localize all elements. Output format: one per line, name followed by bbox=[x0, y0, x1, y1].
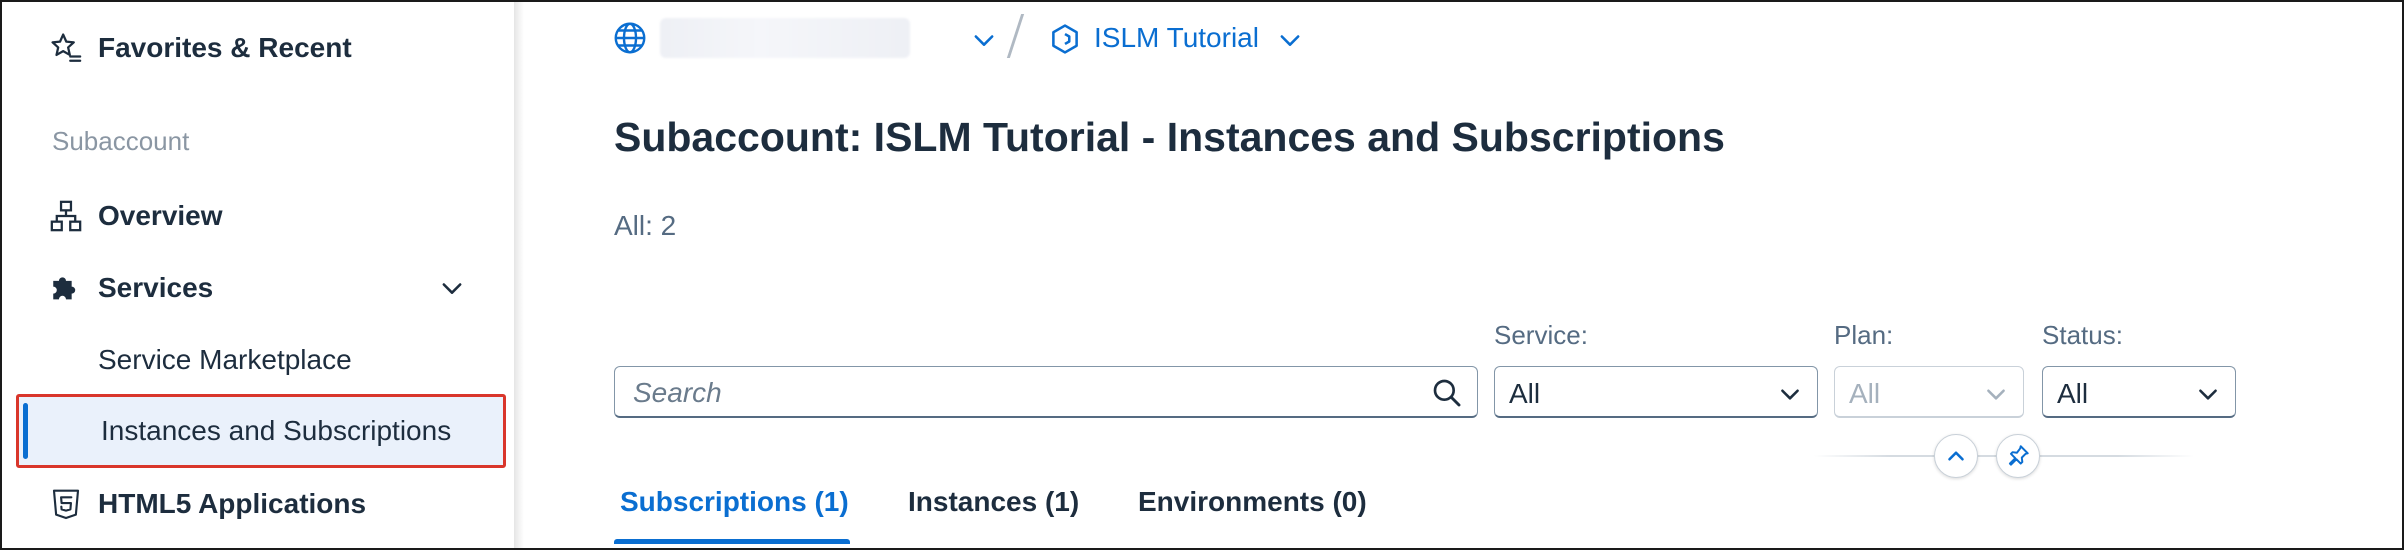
sidebar-item-services[interactable]: Services bbox=[2, 266, 514, 310]
pin-header-button[interactable] bbox=[1996, 434, 2040, 478]
globe-icon[interactable] bbox=[612, 20, 648, 56]
main-content: ISLM Tutorial Subaccount: ISLM Tutorial … bbox=[524, 2, 2402, 548]
plan-filter-select: All bbox=[1834, 366, 2024, 418]
hierarchy-icon bbox=[48, 198, 84, 234]
service-filter-label: Service: bbox=[1494, 320, 1588, 350]
app-window: Favorites & Recent Subaccount Overview S… bbox=[0, 0, 2404, 550]
tab-instances[interactable]: Instances (1) bbox=[908, 486, 1079, 518]
selected-value: All bbox=[1509, 378, 1541, 409]
pin-icon bbox=[2008, 445, 2029, 466]
selected-value: All bbox=[1849, 378, 1881, 409]
sidebar-item-overview[interactable]: Overview bbox=[2, 194, 514, 238]
sidebar-shadow bbox=[514, 2, 524, 548]
chevron-down-icon[interactable] bbox=[1276, 26, 1304, 54]
breadcrumb-separator bbox=[1006, 14, 1025, 58]
chevron-down-icon bbox=[1987, 389, 2005, 400]
page-title: Subaccount: ISLM Tutorial - Instances an… bbox=[614, 114, 1725, 160]
status-filter-select[interactable]: All bbox=[2042, 366, 2236, 418]
sidebar-item-favorites[interactable]: Favorites & Recent bbox=[2, 26, 514, 70]
html5-icon bbox=[48, 486, 84, 522]
chevron-down-icon bbox=[1781, 389, 1799, 400]
sidebar-item-instances-and-subscriptions[interactable]: Instances and Subscriptions bbox=[16, 394, 506, 468]
puzzle-icon bbox=[48, 270, 84, 306]
sidebar-item-label: HTML5 Applications bbox=[98, 488, 367, 519]
subaccount-selector[interactable]: ISLM Tutorial bbox=[1094, 22, 1259, 54]
sidebar-item-label: Service Marketplace bbox=[98, 344, 352, 375]
chevron-down-icon[interactable] bbox=[438, 274, 466, 302]
sidebar-item-html5-applications[interactable]: HTML5 Applications bbox=[2, 482, 514, 526]
collapse-header-button[interactable] bbox=[1934, 434, 1978, 478]
hexagon-icon bbox=[1048, 22, 1082, 56]
section-title: Subaccount bbox=[52, 126, 190, 156]
side-navigation: Favorites & Recent Subaccount Overview S… bbox=[2, 2, 514, 548]
global-account-selector[interactable] bbox=[660, 18, 910, 58]
chevron-down-icon[interactable] bbox=[970, 26, 998, 54]
star-icon bbox=[48, 30, 84, 66]
chevron-up-icon bbox=[1948, 451, 1964, 461]
sidebar-item-service-marketplace[interactable]: Service Marketplace bbox=[2, 338, 514, 382]
active-tab-indicator bbox=[614, 539, 850, 544]
status-filter-label: Status: bbox=[2042, 320, 2123, 350]
chevron-down-icon bbox=[2199, 389, 2217, 400]
search-icon[interactable] bbox=[1431, 377, 1463, 409]
selection-indicator bbox=[23, 403, 28, 459]
sidebar-item-label: Services bbox=[98, 272, 214, 303]
tab-environments[interactable]: Environments (0) bbox=[1138, 486, 1367, 518]
search-input[interactable] bbox=[631, 373, 1415, 413]
sidebar-item-label: Overview bbox=[98, 200, 223, 231]
plan-filter-label: Plan: bbox=[1834, 320, 1894, 350]
search-field[interactable] bbox=[614, 366, 1478, 418]
sidebar-item-label: Instances and Subscriptions bbox=[101, 415, 452, 446]
selected-value: All bbox=[2057, 378, 2089, 409]
sidebar-item-label: Favorites & Recent bbox=[98, 32, 352, 63]
service-filter-select[interactable]: All bbox=[1494, 366, 1818, 418]
item-count: All: 2 bbox=[614, 210, 677, 241]
tab-subscriptions[interactable]: Subscriptions (1) bbox=[620, 486, 849, 518]
